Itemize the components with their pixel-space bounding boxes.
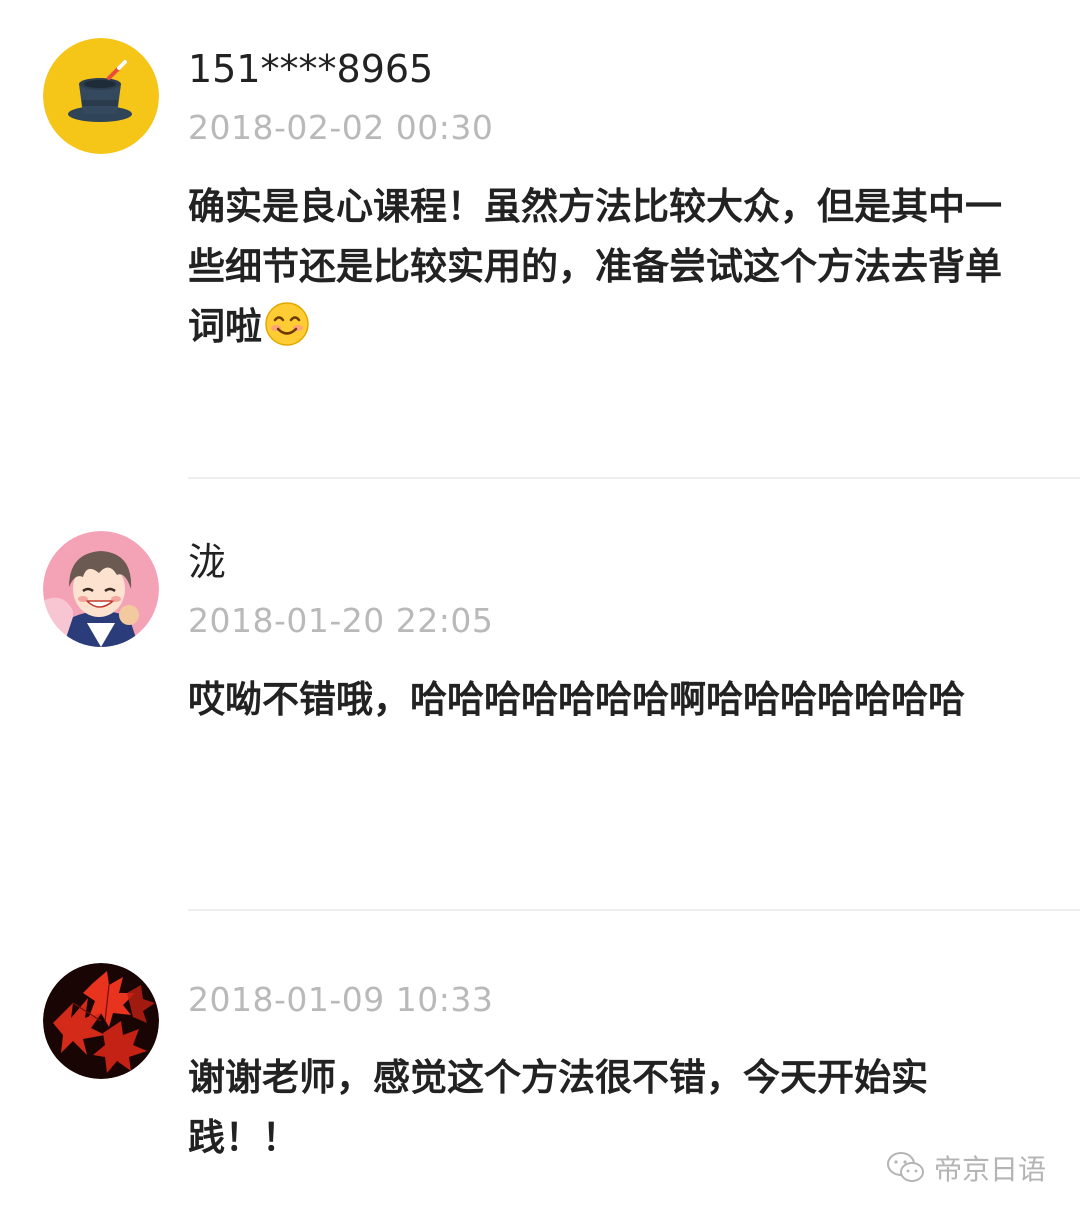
avatar-anime-character[interactable] xyxy=(43,531,159,647)
wechat-icon xyxy=(886,1152,924,1182)
comment-item: 151****8965 2018-02-02 00:30 确实是良心课程！虽然方… xyxy=(0,0,1080,480)
comment-username: 泷 xyxy=(188,540,227,584)
comment-divider xyxy=(188,477,1080,479)
avatar-red-maple-leaves[interactable] xyxy=(43,963,159,1079)
comment-divider xyxy=(188,909,1080,911)
comment-timestamp: 2018-01-09 10:33 xyxy=(188,980,494,1019)
avatar-magic-hat-icon[interactable] xyxy=(43,38,159,154)
watermark: 帝京日语 xyxy=(886,1148,1046,1188)
comment-item: 泷 2018-01-20 22:05 哎呦不错哦，哈哈哈哈哈哈哈啊哈哈哈哈哈哈哈 xyxy=(0,480,1080,910)
comment-timestamp: 2018-02-02 00:30 xyxy=(188,108,494,147)
comment-username: 151****8965 xyxy=(188,47,434,91)
watermark-text: 帝京日语 xyxy=(933,1153,1046,1186)
comment-text-body: 确实是良心课程！虽然方法比较大众，但是其中一些细节还是比较实用的，准备尝试这个方… xyxy=(188,185,1002,348)
comment-timestamp: 2018-01-20 22:05 xyxy=(188,601,494,640)
comment-text: 确实是良心课程！虽然方法比较大众，但是其中一些细节还是比较实用的，准备尝试这个方… xyxy=(188,177,1038,357)
smiling-face-emoji-icon xyxy=(265,302,309,346)
comment-text: 哎呦不错哦，哈哈哈哈哈哈哈啊哈哈哈哈哈哈哈 xyxy=(188,678,965,721)
